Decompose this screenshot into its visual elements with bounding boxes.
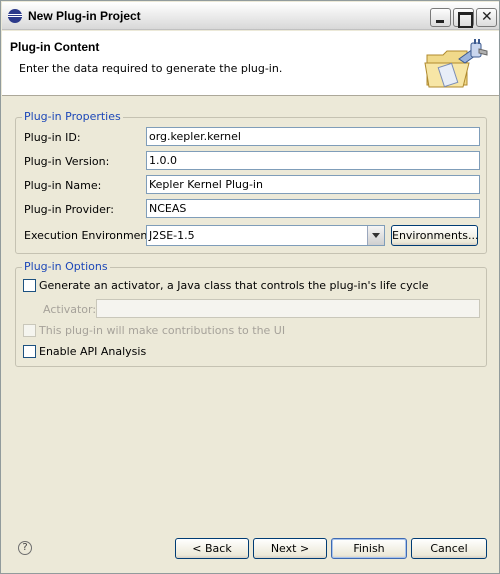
api-analysis-checkbox[interactable] (23, 345, 36, 358)
ui-contributions-checkbox[interactable] (23, 324, 36, 337)
plugin-properties-label: Plug-in Properties (22, 110, 123, 123)
plugin-properties-group: Plug-in Properties Plug-in ID: org.keple… (15, 110, 487, 254)
page-description: Enter the data required to generate the … (19, 62, 283, 75)
generate-activator-checkbox[interactable] (23, 279, 36, 292)
plugin-version-field[interactable]: 1.0.0 (146, 151, 480, 170)
plugin-id-label: Plug-in ID: (24, 131, 81, 144)
activator-field[interactable] (96, 299, 480, 318)
plugin-provider-field[interactable]: NCEAS (146, 199, 480, 218)
plugin-options-group: Plug-in Options Generate an activator, a… (15, 260, 487, 367)
execution-environment-label: Execution Environment: (24, 229, 156, 242)
execution-environment-value: J2SE-1.5 (149, 229, 195, 242)
maximize-button[interactable] (453, 8, 474, 28)
next-button[interactable]: Next > (253, 538, 327, 559)
plugin-id-field[interactable]: org.kepler.kernel (146, 127, 480, 146)
title-bar[interactable]: New Plug-in Project ✕ (2, 2, 499, 30)
back-button[interactable]: < Back (175, 538, 249, 559)
plugin-provider-label: Plug-in Provider: (24, 203, 114, 216)
chevron-down-icon[interactable] (367, 226, 384, 245)
environments-button[interactable]: Environments... (391, 225, 478, 246)
plugin-name-label: Plug-in Name: (24, 179, 102, 192)
wizard-header: Plug-in Content Enter the data required … (2, 31, 499, 96)
page-title: Plug-in Content (10, 40, 100, 54)
ui-contributions-label: This plug-in will make contributions to … (39, 324, 286, 337)
cancel-button[interactable]: Cancel (411, 538, 487, 559)
close-icon: ✕ (481, 9, 493, 25)
eclipse-icon (8, 9, 22, 23)
generate-activator-label[interactable]: Generate an activator, a Java class that… (39, 279, 428, 292)
plugin-options-label: Plug-in Options (22, 260, 110, 273)
window-title: New Plug-in Project (28, 9, 141, 23)
wizard-window: New Plug-in Project ✕ Plug-in Content En… (0, 0, 500, 574)
finish-button[interactable]: Finish (331, 538, 407, 559)
close-button[interactable]: ✕ (476, 8, 497, 27)
plugin-version-label: Plug-in Version: (24, 155, 110, 168)
plugin-name-field[interactable]: Kepler Kernel Plug-in (146, 175, 480, 194)
execution-environment-select[interactable]: J2SE-1.5 (146, 225, 385, 246)
api-analysis-label[interactable]: Enable API Analysis (39, 345, 146, 358)
activator-label: Activator: (43, 303, 97, 316)
help-icon[interactable]: ? (18, 541, 32, 555)
folder-plug-icon (424, 39, 488, 88)
minimize-button[interactable] (430, 8, 451, 27)
